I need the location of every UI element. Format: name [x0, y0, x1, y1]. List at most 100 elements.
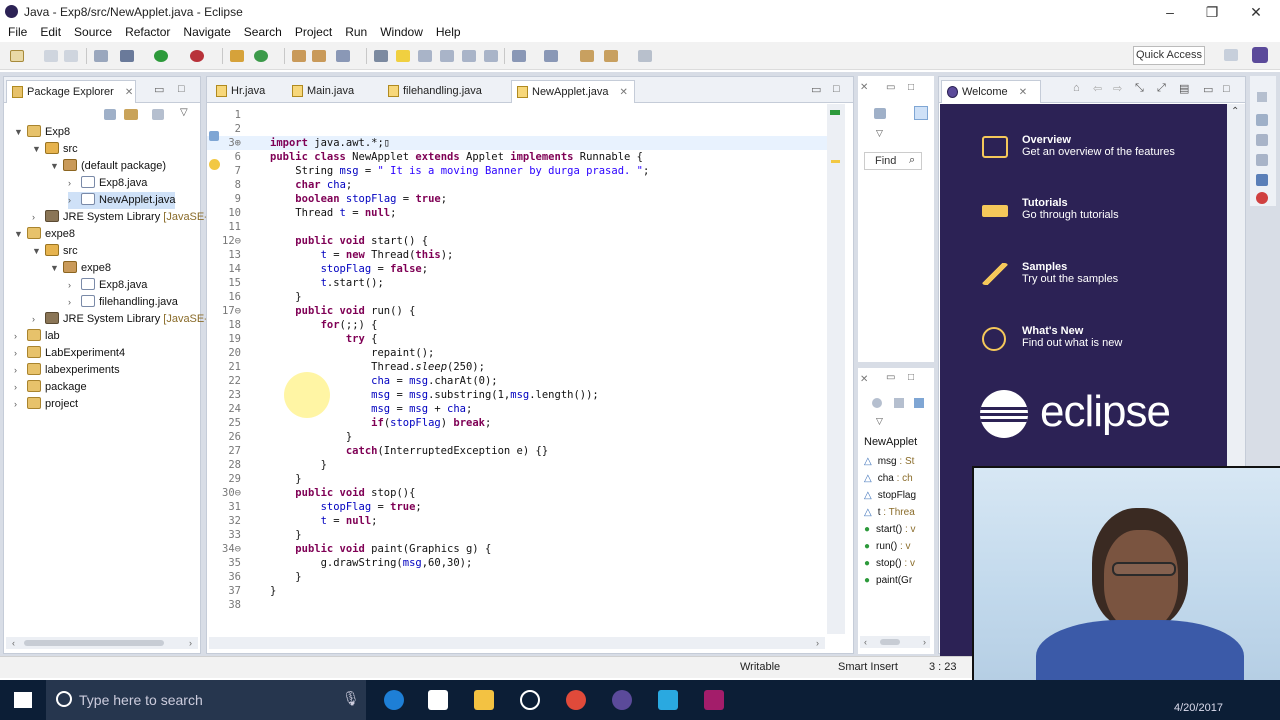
code-line[interactable]: 34⊖ public void paint(Graphics g) {	[207, 542, 827, 556]
menu-refactor[interactable]: Refactor	[125, 25, 170, 39]
menu-project[interactable]: Project	[295, 25, 332, 39]
restore-icon[interactable]	[1257, 92, 1267, 102]
code-line[interactable]: 11	[207, 220, 827, 234]
code-line[interactable]: 30⊖ public void stop(){	[207, 486, 827, 500]
editor-horizontal-scrollbar[interactable]: ›	[209, 637, 825, 649]
quick-access-field[interactable]: Quick Access	[1133, 46, 1205, 65]
code-line[interactable]: 10 Thread t = null;	[207, 206, 827, 220]
code-line[interactable]: 25 if(stopFlag) break;	[207, 416, 827, 430]
file-explorer-icon[interactable]	[474, 690, 494, 710]
tree-item[interactable]: › Exp8.java	[68, 175, 147, 192]
new-class-icon[interactable]	[254, 50, 268, 62]
annotation-icon[interactable]	[374, 50, 388, 62]
tab-package-explorer[interactable]: Package Explorer ✕	[6, 80, 136, 103]
tree-item[interactable]: ▼ src	[32, 141, 78, 158]
debug-icon[interactable]	[120, 50, 134, 62]
tree-item[interactable]: ▼ (default package)	[50, 158, 166, 175]
focus-icon[interactable]	[152, 109, 164, 120]
code-line[interactable]: 31 stopFlag = true;	[207, 500, 827, 514]
maximize-view-icon[interactable]: □	[908, 372, 914, 383]
horizontal-scrollbar[interactable]: ‹ ›	[6, 637, 198, 649]
whitespace-icon[interactable]	[418, 50, 432, 62]
new-java-project-icon[interactable]	[230, 50, 244, 62]
code-line[interactable]: 27 catch(InterruptedException e) {}	[207, 444, 827, 458]
microphone-icon[interactable]: 🎙	[342, 690, 360, 707]
chrome-icon[interactable]	[566, 690, 586, 710]
close-window-button[interactable]: ✕	[1234, 2, 1278, 22]
maximize-view-icon[interactable]: □	[833, 83, 840, 95]
tree-item[interactable]: › Exp8.java	[68, 277, 147, 294]
view-menu-icon[interactable]: ▽	[876, 416, 883, 427]
welcome-overview[interactable]: Overview Get an overview of the features	[940, 134, 1220, 174]
tree-item[interactable]: › NewApplet.java	[68, 192, 176, 209]
tree-item[interactable]: ▼ expe8	[14, 226, 75, 243]
word-wrap-icon[interactable]	[484, 50, 498, 62]
tree-item[interactable]: › LabExperiment4	[14, 345, 125, 362]
next-annotation-icon[interactable]	[512, 50, 526, 62]
tree-item[interactable]: › project	[14, 396, 78, 413]
welcome-samples[interactable]: Samples Try out the samples	[940, 261, 1220, 301]
tab-filehandling-java[interactable]: filehandling.java	[383, 80, 503, 103]
view-menu-icon[interactable]: ▽	[876, 128, 883, 139]
tree-item[interactable]: › JRE System Library [JavaSE-	[32, 311, 208, 328]
menu-search[interactable]: Search	[244, 25, 282, 39]
tree-item[interactable]: › filehandling.java	[68, 294, 178, 311]
forward-icon[interactable]: ⇨	[1113, 82, 1122, 95]
run-icon[interactable]	[154, 50, 168, 62]
block-select-icon[interactable]	[440, 50, 454, 62]
back-icon[interactable]	[604, 50, 618, 62]
code-line[interactable]: 29 }	[207, 472, 827, 486]
menu-source[interactable]: Source	[74, 25, 112, 39]
code-line[interactable]: 13 t = new Thread(this);	[207, 248, 827, 262]
outline-item[interactable]: △ t : Threa	[864, 504, 915, 521]
hierarchy-icon[interactable]	[1256, 114, 1268, 126]
code-line[interactable]: 1	[207, 108, 827, 122]
windows-start-icon[interactable]	[14, 692, 32, 708]
restore-button[interactable]: ❐	[1190, 2, 1234, 22]
new-task-icon[interactable]	[874, 108, 886, 119]
folding-marker-icon[interactable]	[209, 131, 219, 141]
code-line[interactable]: 38	[207, 598, 827, 612]
highlight-icon[interactable]	[396, 50, 410, 62]
tab-main-java[interactable]: Main.java	[287, 80, 367, 103]
menu-run[interactable]: Run	[345, 25, 367, 39]
shrink-icon[interactable]: ⤡	[1135, 82, 1144, 95]
code-line[interactable]: 32 t = null;	[207, 514, 827, 528]
code-line[interactable]: 15 t.start();	[207, 276, 827, 290]
code-line[interactable]: 3⊕ import java.awt.*;▯	[207, 136, 827, 150]
edge-icon[interactable]	[384, 690, 404, 710]
java-perspective-icon[interactable]	[1252, 47, 1268, 63]
collapse-arrow-icon[interactable]: ›	[68, 277, 78, 294]
minimize-button[interactable]: –	[1148, 2, 1192, 22]
menu-help[interactable]: Help	[436, 25, 461, 39]
code-line[interactable]: 7 String msg = " It is a moving Banner b…	[207, 164, 827, 178]
editor-overview-ruler[interactable]	[827, 104, 845, 634]
tab-newapplet-java[interactable]: NewApplet.java ✕	[511, 80, 635, 103]
code-line[interactable]: 2	[207, 122, 827, 136]
search-icon[interactable]: ⌕	[909, 154, 915, 167]
close-icon[interactable]: ✕	[125, 87, 133, 98]
outline-horizontal-scrollbar[interactable]: ‹ ›	[860, 636, 930, 648]
skip-breakpoints-icon[interactable]	[94, 50, 108, 62]
collapse-arrow-icon[interactable]: ›	[14, 362, 24, 379]
store-icon[interactable]	[428, 690, 448, 710]
collapse-arrow-icon[interactable]: ›	[14, 328, 24, 345]
close-icon[interactable]: ✕	[860, 374, 868, 385]
last-edit-icon[interactable]	[580, 50, 594, 62]
tree-item[interactable]: ▼ Exp8	[14, 124, 70, 141]
code-line[interactable]: 37}	[207, 584, 827, 598]
show-paragraph-icon[interactable]	[462, 50, 476, 62]
outline-item[interactable]: ● run() : v	[864, 538, 911, 555]
new-icon[interactable]	[10, 50, 24, 62]
tab-welcome[interactable]: Welcome ✕	[941, 80, 1041, 103]
tree-item[interactable]: › labexperiments	[14, 362, 120, 379]
open-task-icon[interactable]	[312, 50, 326, 62]
eclipse-taskbar-icon[interactable]	[612, 690, 632, 710]
messaging-icon[interactable]	[658, 690, 678, 710]
close-icon[interactable]: ✕	[620, 87, 628, 98]
minimize-view-icon[interactable]: ▭	[154, 83, 164, 96]
maximize-view-icon[interactable]: □	[1223, 83, 1230, 95]
welcome-tutorials[interactable]: Tutorials Go through tutorials	[940, 197, 1220, 237]
code-line[interactable]: 28 }	[207, 458, 827, 472]
expand-icon[interactable]: ⤢	[1157, 82, 1166, 95]
